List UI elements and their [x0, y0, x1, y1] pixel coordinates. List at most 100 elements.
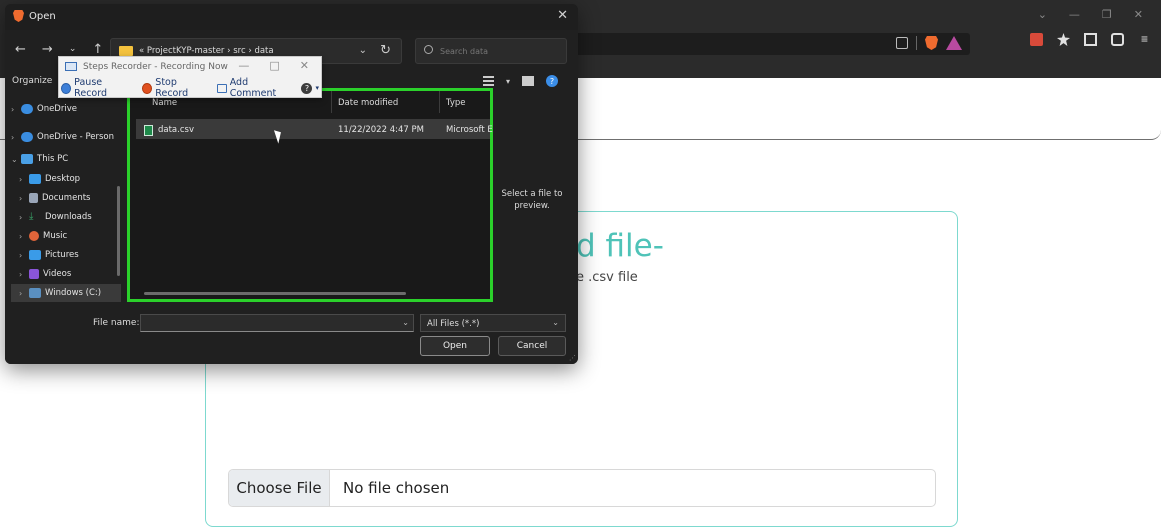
search-input[interactable]: Search data: [415, 38, 567, 64]
steps-recorder-controls: — □ ✕: [238, 59, 309, 72]
close-icon[interactable]: ✕: [1134, 8, 1143, 21]
preview-pane-icon[interactable]: [522, 76, 534, 86]
file-type: Microsoft E: [446, 125, 493, 135]
videos-icon: [29, 269, 39, 279]
stop-record-button[interactable]: Stop Record: [142, 77, 207, 99]
maximize-icon[interactable]: ❐: [1102, 8, 1112, 21]
nav-item-pictures[interactable]: › Pictures: [19, 246, 79, 264]
help-button[interactable]: ? ▾: [301, 82, 319, 94]
chevron-right-icon: ›: [19, 288, 23, 298]
steps-recorder-window: Steps Recorder - Recording Now — □ ✕ Pau…: [58, 56, 322, 99]
close-icon[interactable]: ✕: [300, 59, 309, 72]
steps-recorder-toolbar: Pause Record Stop Record Add Comment ? ▾: [61, 77, 319, 99]
minimize-icon[interactable]: —: [1069, 8, 1080, 21]
comment-icon: [217, 83, 227, 93]
file-input[interactable]: Choose File No file chosen: [228, 469, 936, 507]
nav-item-label: Downloads: [45, 212, 92, 222]
share-icon[interactable]: [896, 37, 908, 49]
nav-item-label: Desktop: [45, 174, 81, 184]
chevron-right-icon: ›: [19, 174, 23, 184]
drive-icon: [29, 288, 41, 298]
download-icon: ⤓: [29, 211, 34, 222]
steps-recorder-titlebar: Steps Recorder - Recording Now — □ ✕: [59, 57, 321, 77]
up-icon[interactable]: ↑: [92, 42, 103, 57]
nav-item-label: Documents: [42, 193, 91, 203]
chevron-down-icon: ⌄: [11, 154, 18, 164]
chevron-down-icon[interactable]: ⌄: [402, 318, 409, 327]
address-bar-icons: [896, 36, 962, 50]
pause-icon: [61, 82, 72, 94]
nav-item-downloads[interactable]: › ⤓ Downloads: [19, 208, 92, 226]
refresh-icon[interactable]: ↻: [380, 43, 391, 58]
upload-title: d file-: [576, 228, 664, 264]
stop-record-label: Stop Record: [155, 77, 189, 99]
organize-button[interactable]: Organize: [12, 76, 52, 86]
bookmark-icon[interactable]: [1057, 33, 1070, 46]
minimize-icon[interactable]: —: [238, 59, 249, 72]
nav-item-windows-c[interactable]: › Windows (C:): [11, 284, 121, 302]
pause-record-button[interactable]: Pause Record: [61, 77, 132, 99]
chevron-right-icon: ›: [11, 104, 15, 114]
folder-icon: [119, 46, 133, 56]
chevron-right-icon: ›: [19, 269, 23, 279]
nav-item-desktop[interactable]: › Desktop: [19, 170, 80, 188]
forward-icon[interactable]: →: [42, 42, 53, 57]
horizontal-scrollbar[interactable]: [144, 292, 406, 295]
nav-item-label: Windows (C:): [45, 288, 102, 298]
file-type-value: All Files (*.*): [427, 319, 480, 329]
chevron-down-icon: ⌄: [552, 318, 559, 327]
nav-item-onedrive-personal[interactable]: › OneDrive - Person: [11, 128, 114, 146]
brave-shields-icon[interactable]: [925, 36, 938, 50]
nav-item-videos[interactable]: › Videos: [19, 265, 71, 283]
add-comment-button[interactable]: Add Comment: [217, 77, 291, 99]
nav-arrows: ← → ⌄ ↑: [15, 42, 103, 57]
documents-icon: [29, 193, 38, 203]
nav-item-this-pc[interactable]: ⌄ This PC: [11, 150, 68, 168]
file-name-input[interactable]: ⌄: [140, 314, 414, 332]
steps-recorder-icon: [65, 62, 77, 71]
brave-rewards-icon[interactable]: [946, 36, 962, 50]
choose-file-button[interactable]: Choose File: [229, 470, 330, 506]
chevron-right-icon: ›: [11, 132, 15, 142]
preview-placeholder: Select a file to preview.: [501, 189, 563, 211]
column-date-modified[interactable]: Date modified: [338, 98, 398, 108]
nav-item-music[interactable]: › Music: [19, 227, 67, 245]
column-type[interactable]: Type: [446, 98, 466, 108]
divider: [916, 36, 917, 50]
nav-scrollbar[interactable]: [117, 186, 120, 276]
resize-grip-icon[interactable]: ⋰: [569, 354, 576, 362]
navigation-pane: › OneDrive › OneDrive - Person ⌄ This PC…: [5, 96, 125, 306]
file-row[interactable]: data.csv 11/22/2022 4:47 PM Microsoft E: [136, 119, 493, 139]
open-file-dialog: Open ✕ ← → ⌄ ↑ « ProjectKYP-master › src…: [5, 4, 578, 364]
dialog-footer: File name: ⌄ All Files (*.*) ⌄ Open Canc…: [5, 306, 578, 364]
file-name-label: File name:: [93, 318, 140, 328]
view-dropdown-icon[interactable]: ▾: [506, 77, 510, 86]
stop-icon: [142, 82, 153, 94]
nav-item-documents[interactable]: › Documents: [19, 189, 90, 207]
nav-item-onedrive[interactable]: › OneDrive: [11, 100, 77, 118]
file-date: 11/22/2022 4:47 PM: [338, 125, 424, 135]
view-options: ▾ ?: [482, 75, 558, 87]
wallet-icon[interactable]: [1111, 33, 1124, 46]
open-button[interactable]: Open: [420, 336, 490, 356]
add-comment-label: Add Comment: [229, 77, 277, 99]
tab-dropdown-icon[interactable]: ⌄: [1038, 8, 1047, 21]
music-icon: [29, 231, 39, 241]
sidebar-icon[interactable]: [1084, 33, 1097, 46]
file-type-select[interactable]: All Files (*.*) ⌄: [420, 314, 566, 332]
extension-icon[interactable]: [1030, 33, 1043, 46]
column-name[interactable]: Name: [152, 98, 177, 108]
address-bar[interactable]: [575, 33, 970, 55]
menu-icon[interactable]: ≡: [1138, 33, 1151, 46]
maximize-icon[interactable]: □: [269, 59, 279, 72]
nav-item-label: Pictures: [45, 250, 79, 260]
view-list-icon[interactable]: [482, 76, 494, 86]
nav-item-label: Music: [43, 231, 68, 241]
dialog-close-icon[interactable]: ✕: [557, 8, 568, 23]
back-icon[interactable]: ←: [15, 42, 26, 57]
path-dropdown-icon[interactable]: ⌄: [359, 45, 367, 56]
help-dropdown-icon: ▾: [315, 84, 319, 92]
help-icon[interactable]: ?: [546, 75, 558, 87]
breadcrumb-path[interactable]: « ProjectKYP-master › src › data: [139, 46, 274, 56]
cancel-button[interactable]: Cancel: [498, 336, 566, 356]
